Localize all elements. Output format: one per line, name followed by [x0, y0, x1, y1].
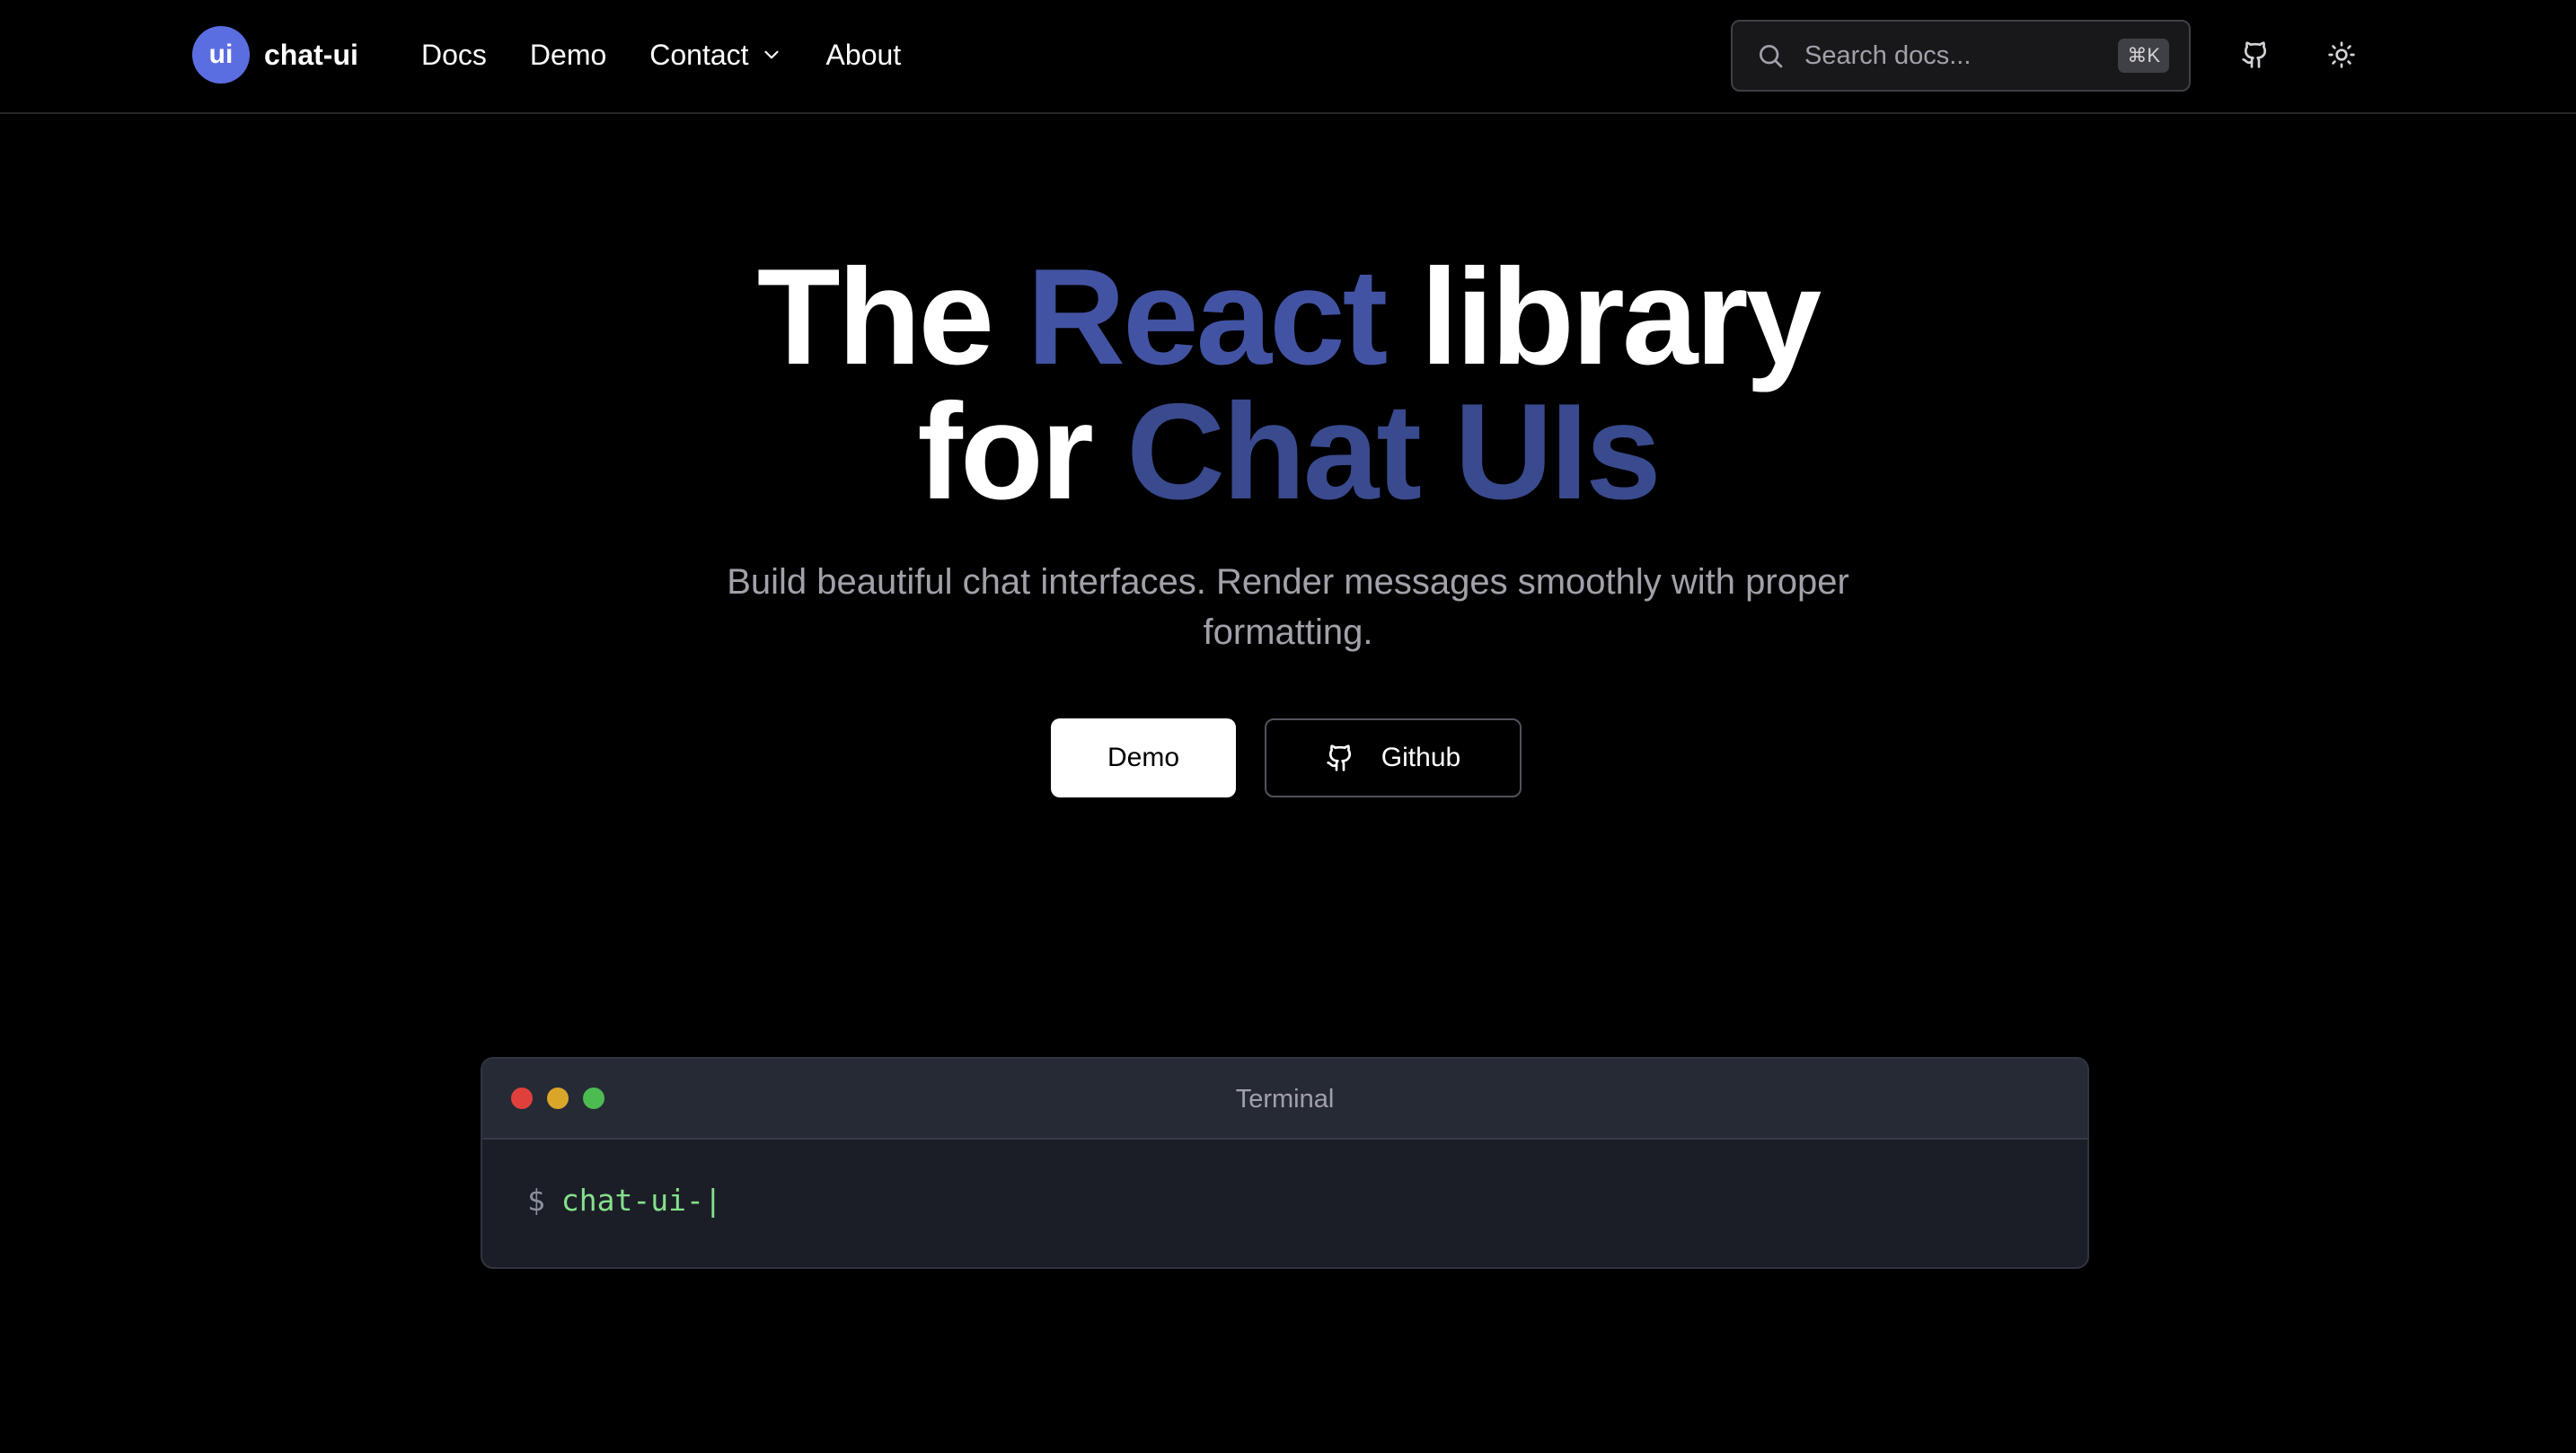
hero-title-text: The	[756, 241, 1028, 393]
brand-name: chat-ui	[264, 38, 358, 71]
terminal-title: Terminal	[1235, 1085, 1335, 1114]
demo-button[interactable]: Demo	[1051, 718, 1236, 797]
search-icon	[1760, 45, 1783, 68]
terminal-body: $ chat-ui-|	[482, 1140, 2087, 1218]
terminal-command: chat-ui-	[560, 1183, 704, 1218]
github-button[interactable]: Github	[1265, 718, 1522, 797]
search-shortcut-badge: ⌘K	[2118, 39, 2169, 73]
github-icon	[1327, 744, 1351, 771]
github-button-label: Github	[1381, 743, 1461, 772]
github-link-button[interactable]	[2227, 26, 2284, 84]
nav-docs[interactable]: Docs	[421, 39, 487, 72]
hero-subtitle: Build beautiful chat interfaces. Render …	[727, 562, 1849, 652]
terminal-cursor: |	[703, 1183, 722, 1218]
nav-about[interactable]: About	[826, 39, 902, 72]
terminal-prompt: $	[527, 1183, 545, 1218]
hero-title-text: library	[1385, 241, 1822, 393]
theme-toggle-button[interactable]	[2313, 26, 2370, 84]
brand-link[interactable]: ui chat-ui	[192, 26, 358, 84]
hero-title: The React library for Chat UIs	[0, 249, 2576, 520]
chevron-down-icon	[763, 50, 779, 59]
site-header: ui chat-ui Docs Demo Contact About Searc…	[0, 0, 2576, 114]
search-placeholder: Search docs...	[1804, 40, 1972, 70]
nav-contact[interactable]: Contact	[649, 39, 782, 72]
hero-title-text: for	[917, 375, 1127, 528]
nav-contact-label: Contact	[649, 38, 749, 71]
brand-logo: ui	[192, 26, 250, 84]
search-input[interactable]: Search docs... ⌘K	[1731, 20, 2191, 92]
terminal-window: Terminal $ chat-ui-|	[481, 1057, 2089, 1269]
hero-title-accent-chatuis: Chat UIs	[1126, 375, 1662, 528]
nav-demo[interactable]: Demo	[530, 39, 606, 72]
terminal-titlebar: Terminal	[482, 1059, 2087, 1140]
hero-title-accent-react: React	[1027, 241, 1388, 393]
main-nav: Docs Demo Contact About	[421, 26, 944, 84]
github-icon	[2242, 41, 2267, 68]
sun-icon	[2328, 41, 2355, 68]
